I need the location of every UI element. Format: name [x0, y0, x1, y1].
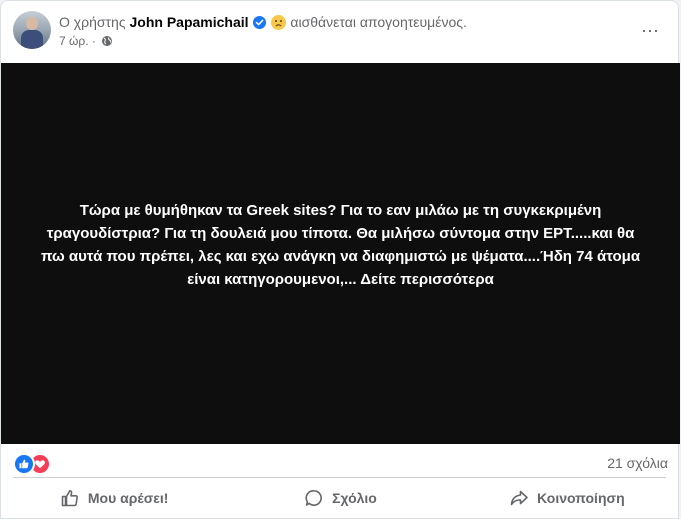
user-name-link[interactable]: John Papamichail [129, 14, 248, 30]
post-text: Τώρα με θυμήθηκαν τα Greek sites? Για το… [41, 199, 641, 291]
actions-divider [13, 477, 666, 478]
post-card: Ο χρήστης John Papamichail αισθάνεται απ… [0, 0, 680, 519]
like-reaction-icon[interactable] [13, 453, 35, 475]
comment-icon [304, 488, 324, 508]
post-background-text: Τώρα με θυμήθηκαν τα Greek sites? Για το… [1, 63, 680, 444]
meta-separator: · [91, 34, 96, 48]
post-time-link[interactable]: 7 ώρ. [59, 34, 89, 48]
globe-icon [101, 35, 113, 51]
more-options-icon[interactable]: ⋯ [638, 19, 662, 43]
comment-button-label: Σχόλιο [332, 490, 377, 506]
share-icon [509, 488, 529, 508]
like-button-label: Μου αρέσει! [87, 490, 169, 506]
share-button-label: Κοινοποίηση [537, 490, 625, 506]
share-button[interactable]: Κοινοποίηση [454, 479, 680, 517]
thumbs-up-icon [60, 488, 80, 508]
feeling-text: αισθάνεται απογοητευμένος. [290, 14, 467, 30]
post-actions: Μου αρέσει! Σχόλιο Κοινοποίηση [1, 479, 680, 517]
disappointed-face-icon [271, 15, 287, 30]
post-body-text: Τώρα με θυμήθηκαν τα Greek sites? Για το… [40, 201, 641, 288]
comment-button[interactable]: Σχόλιο [227, 479, 453, 517]
comments-count-link[interactable]: 21 σχόλια [607, 455, 668, 471]
see-more-link[interactable]: Δείτε περισσότερα [360, 271, 494, 288]
post-title-line: Ο χρήστης John Papamichail αισθάνεται απ… [59, 13, 467, 31]
post-stats: 21 σχόλια [13, 453, 668, 475]
avatar[interactable] [13, 11, 51, 49]
title-prefix: Ο χρήστης [59, 14, 126, 30]
post-header: Ο χρήστης John Papamichail αισθάνεται απ… [13, 11, 668, 53]
post-meta: 7 ώρ. · [59, 33, 113, 51]
verified-badge-icon [252, 16, 266, 29]
like-button[interactable]: Μου αρέσει! [1, 479, 227, 517]
